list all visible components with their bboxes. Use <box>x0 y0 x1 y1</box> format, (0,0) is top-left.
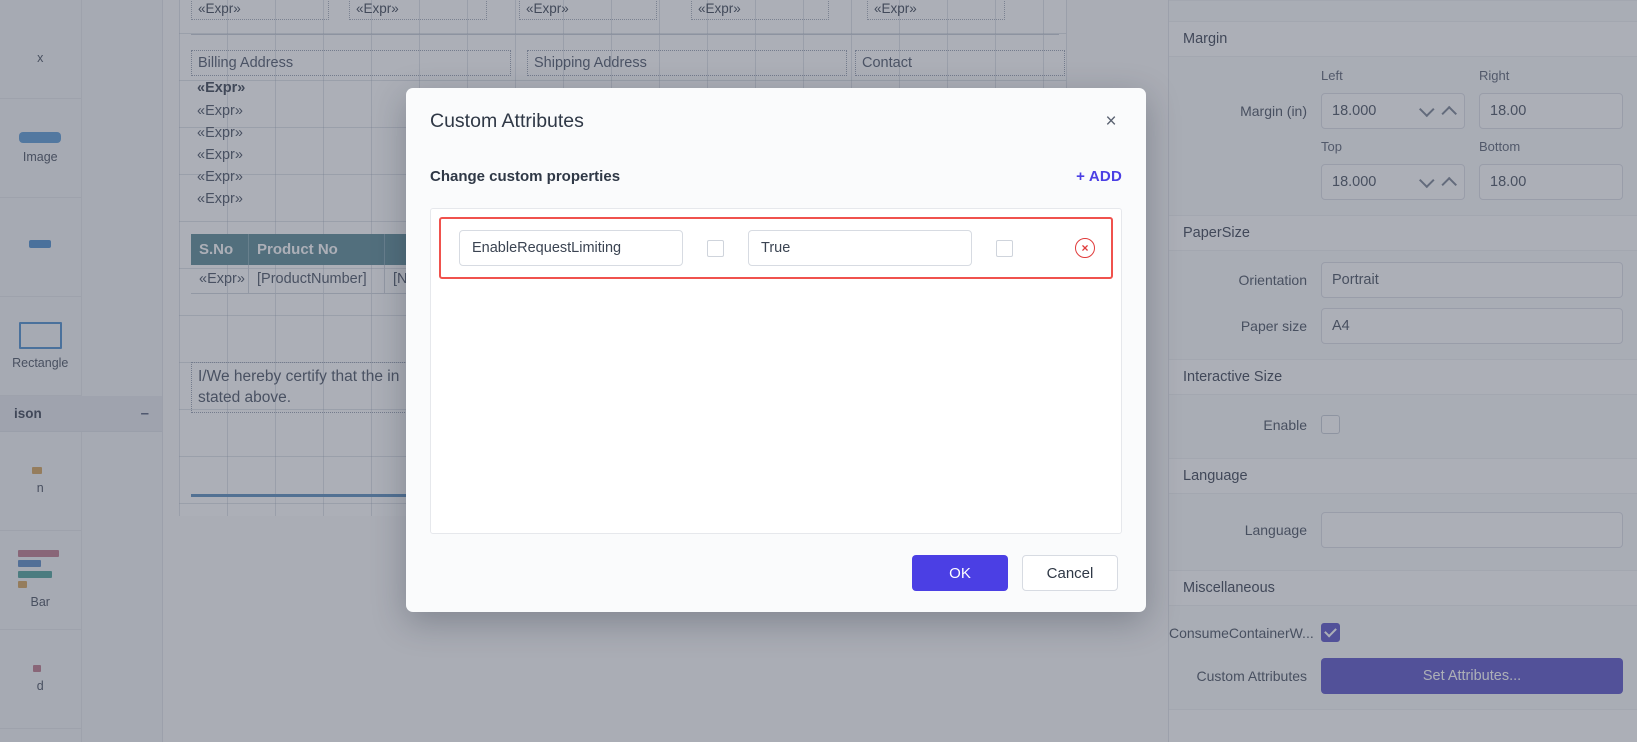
dialog-header: Custom Attributes × <box>406 88 1146 154</box>
add-attribute-button[interactable]: + ADD <box>1076 168 1122 185</box>
dialog-title: Custom Attributes <box>430 109 584 132</box>
cancel-button[interactable]: Cancel <box>1022 555 1118 591</box>
app-root: x Image Rectangle ison – n Bar d «Expr» … <box>0 0 1637 742</box>
delete-attribute-icon[interactable]: × <box>1075 238 1095 258</box>
dialog-subtitle: Change custom properties <box>430 167 621 185</box>
custom-attributes-dialog[interactable]: Custom Attributes × Change custom proper… <box>406 88 1146 612</box>
attribute-value-checkbox[interactable] <box>996 239 1013 257</box>
dialog-subheader: Change custom properties + ADD <box>406 154 1146 198</box>
ok-button[interactable]: OK <box>912 555 1008 591</box>
dialog-footer: OK Cancel <box>406 534 1146 612</box>
attributes-list: EnableRequestLimiting True × <box>430 208 1122 534</box>
attribute-value-input[interactable]: True <box>748 230 972 266</box>
close-icon[interactable]: × <box>1098 108 1124 134</box>
attribute-row[interactable]: EnableRequestLimiting True × <box>439 217 1113 279</box>
attribute-name-input[interactable]: EnableRequestLimiting <box>459 230 683 266</box>
attribute-name-checkbox[interactable] <box>707 239 724 257</box>
